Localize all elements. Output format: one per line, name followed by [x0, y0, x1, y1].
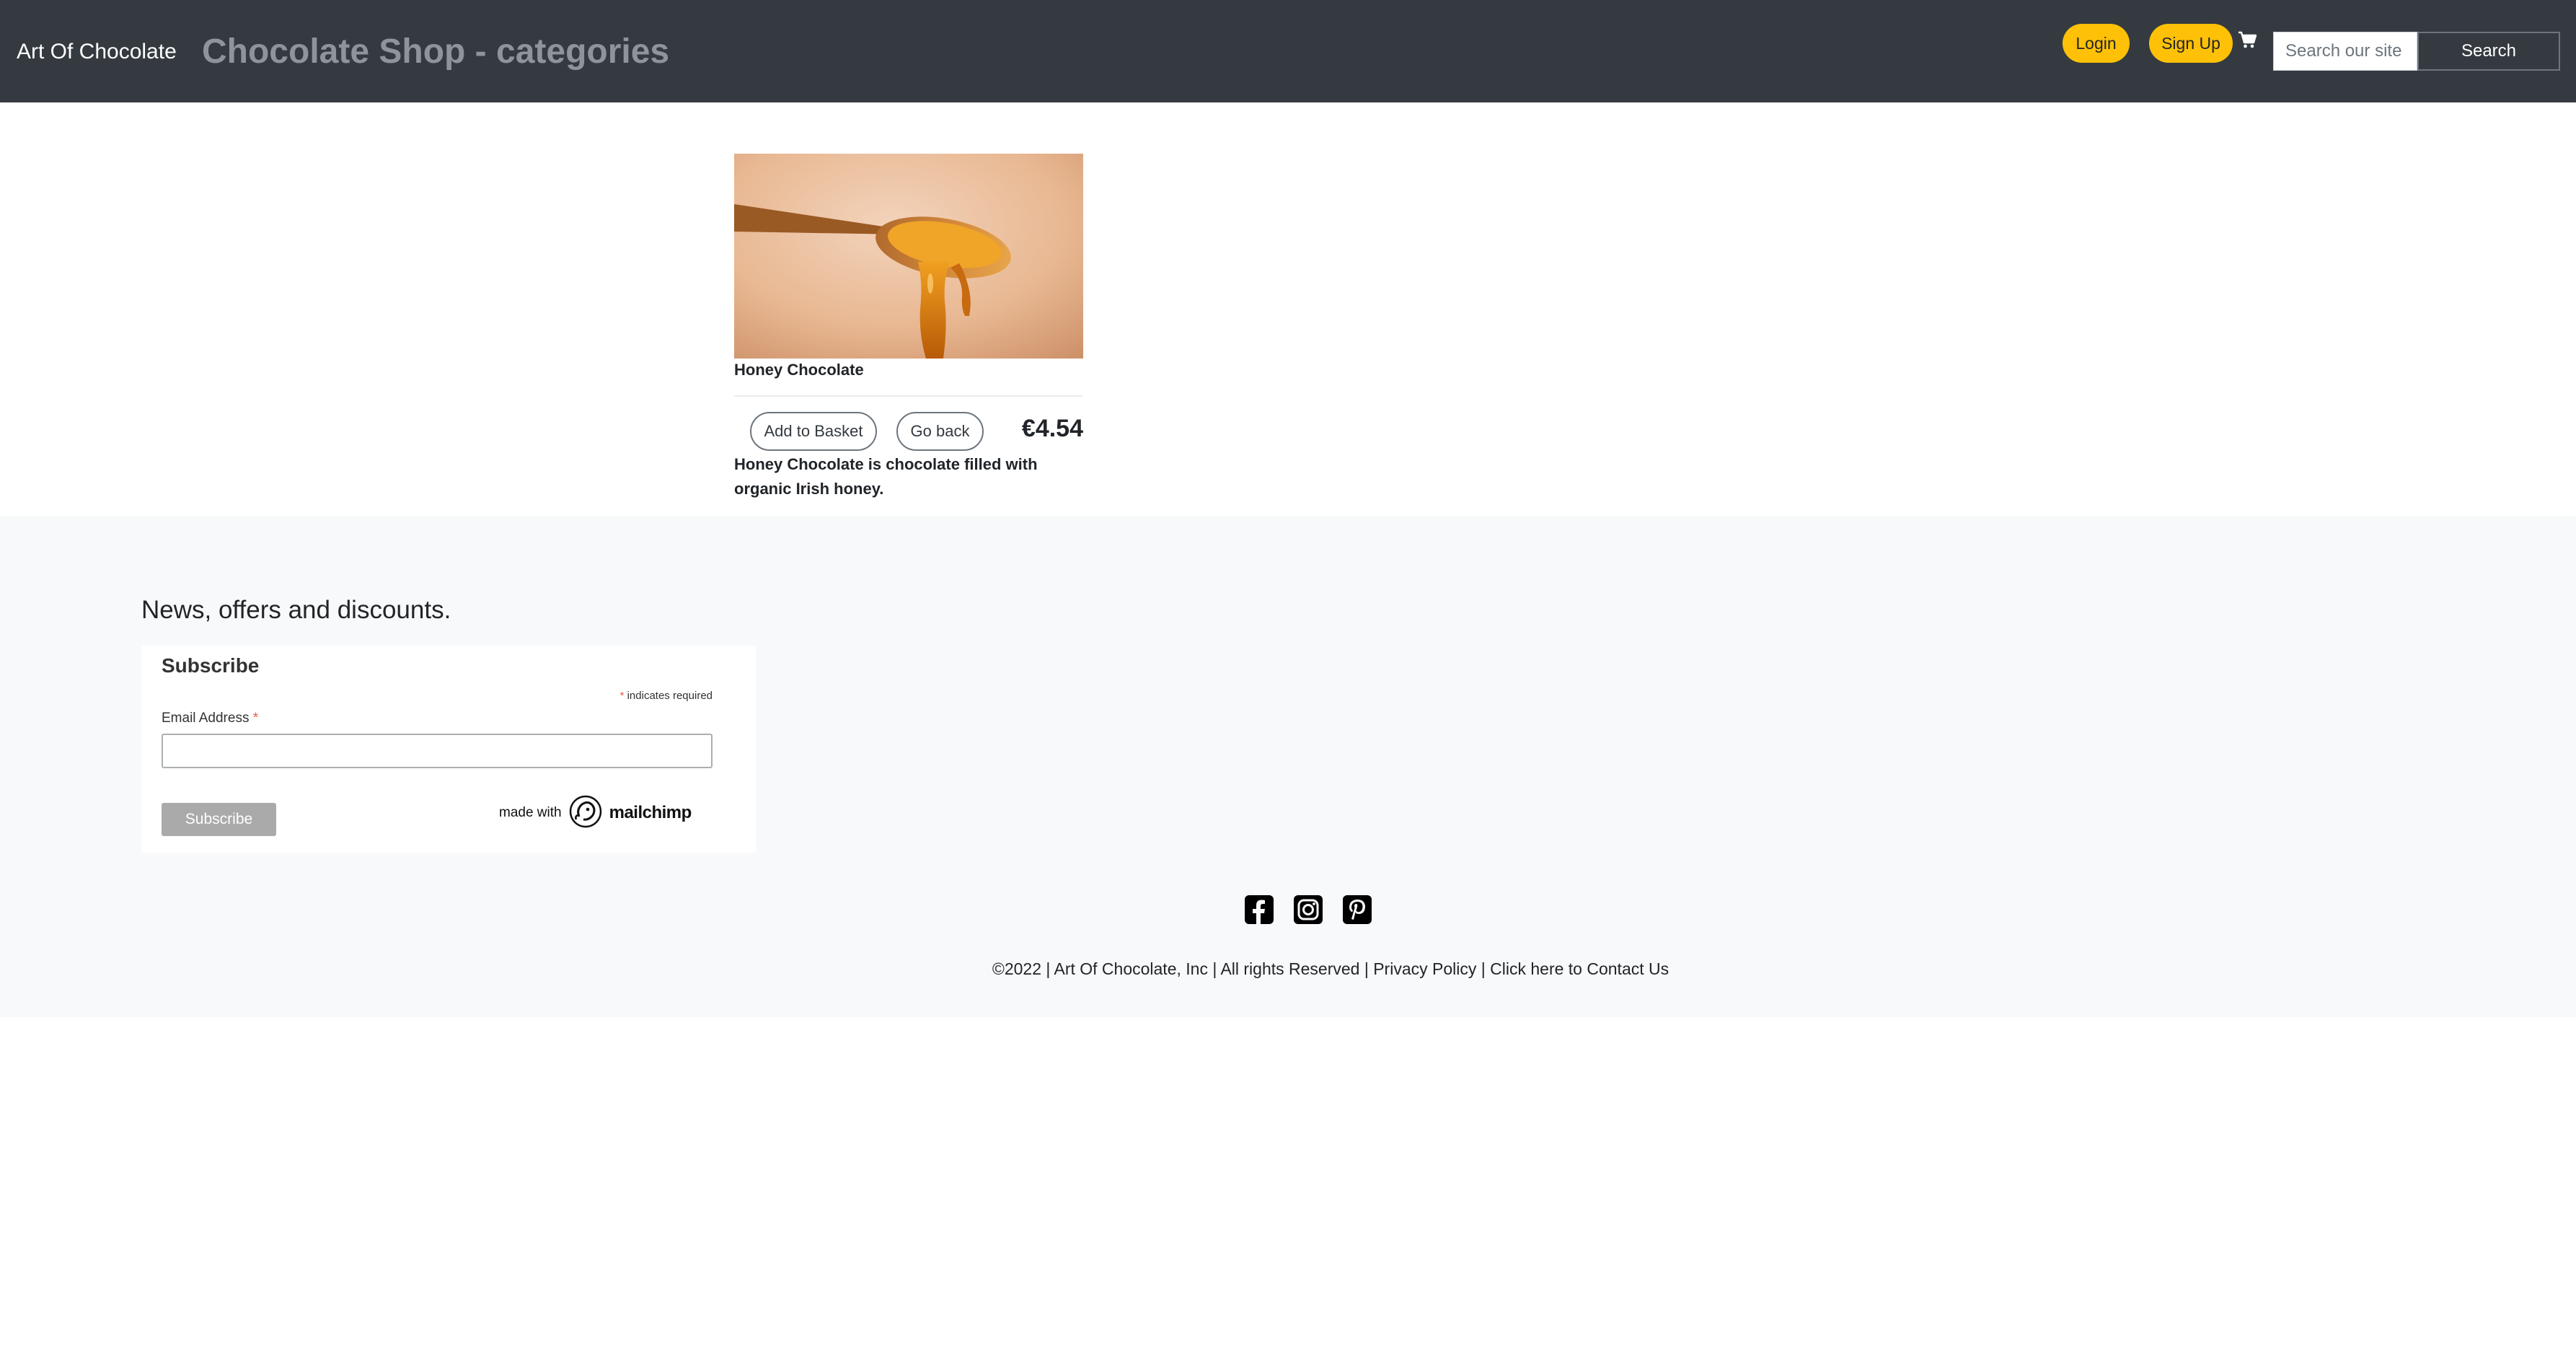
product-price: €4.54	[1021, 415, 1083, 442]
go-back-button[interactable]: Go back	[896, 412, 984, 451]
copyright-line: ©2022 | Art Of Chocolate, Inc | All righ…	[0, 959, 2576, 979]
copyright-text: ©2022 | Art Of Chocolate, Inc | All righ…	[992, 959, 1374, 978]
product-description: Honey Chocolate is chocolate filled with…	[734, 455, 1038, 498]
product-name: Honey Chocolate	[734, 361, 864, 379]
copyright-separator: |	[1476, 959, 1491, 978]
instagram-icon[interactable]	[1293, 894, 1323, 925]
facebook-icon[interactable]	[1244, 894, 1274, 925]
search-input[interactable]	[2273, 32, 2417, 71]
social-links	[1244, 894, 1372, 925]
email-label: Email Address *	[162, 711, 258, 726]
shopping-cart-icon[interactable]	[2238, 30, 2257, 49]
search-button[interactable]: Search	[2417, 32, 2560, 71]
required-note: * indicates required	[620, 690, 713, 702]
product-image	[734, 154, 1083, 359]
top-navbar: Art Of Chocolate Chocolate Shop - catego…	[0, 0, 2576, 102]
sign-up-button[interactable]: Sign Up	[2149, 24, 2233, 63]
subscribe-button[interactable]: Subscribe	[162, 803, 276, 836]
required-note-text: indicates required	[627, 690, 713, 702]
email-required-asterisk: *	[252, 711, 259, 726]
pinterest-icon[interactable]	[1342, 894, 1372, 925]
required-asterisk: *	[619, 690, 625, 702]
mailchimp-wordmark: mailchimp	[609, 803, 692, 822]
login-button[interactable]: Login	[2063, 24, 2130, 63]
email-field[interactable]	[162, 734, 713, 768]
footer: News, offers and discounts. Subscribe * …	[0, 516, 2576, 1017]
newsletter-heading: News, offers and discounts.	[141, 596, 451, 624]
page-title: Chocolate Shop - categories	[202, 32, 670, 71]
mailchimp-badge[interactable]: made with mailchimp	[499, 795, 692, 831]
brand-link[interactable]: Art Of Chocolate	[17, 38, 177, 66]
subscribe-title: Subscribe	[162, 654, 260, 677]
add-to-basket-button[interactable]: Add to Basket	[750, 412, 877, 451]
email-label-text: Email Address	[162, 711, 250, 726]
made-with-text: made with	[499, 805, 562, 820]
card-divider	[734, 395, 1083, 397]
contact-us-link[interactable]: Click here to Contact Us	[1490, 959, 1669, 978]
privacy-policy-link[interactable]: Privacy Policy	[1373, 959, 1476, 978]
mailchimp-logo-icon	[569, 795, 602, 832]
newsletter-signup-form: Subscribe * indicates required Email Add…	[141, 646, 756, 853]
